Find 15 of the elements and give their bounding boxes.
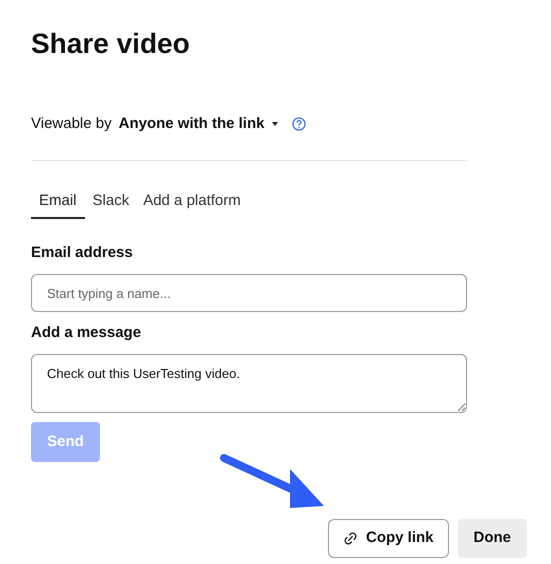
arrow-icon <box>218 451 326 511</box>
help-icon[interactable] <box>292 117 306 131</box>
dialog-title: Share video <box>31 27 191 61</box>
message-input[interactable]: Check out this UserTesting video. <box>31 354 467 413</box>
caret-icon <box>272 122 278 126</box>
tab[interactable]: Add a platform <box>137 185 247 219</box>
copy-link-button[interactable]: Copy link <box>328 519 448 558</box>
viewable-label: Viewable by <box>31 114 112 134</box>
email-input[interactable]: Start typing a name... <box>31 274 467 312</box>
field-label: Add a message <box>31 323 142 343</box>
tab[interactable]: Email <box>31 185 85 219</box>
field-label: Email address <box>31 243 134 263</box>
tab[interactable]: Slack <box>86 185 136 219</box>
done-button[interactable]: Done <box>458 519 527 558</box>
visibility-dropdown[interactable]: Anyone with the link <box>118 112 278 136</box>
